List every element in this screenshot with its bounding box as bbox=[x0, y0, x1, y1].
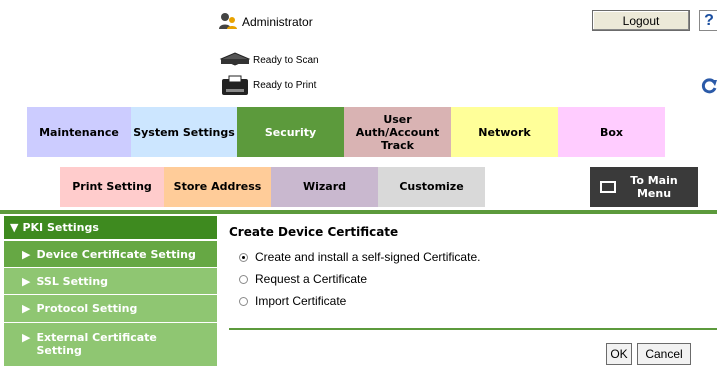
scan-status: Ready to Scan bbox=[253, 55, 319, 66]
refresh-icon[interactable] bbox=[700, 77, 717, 95]
tab-wizard[interactable]: Wizard bbox=[271, 167, 378, 207]
tab-network[interactable]: Network bbox=[451, 107, 558, 157]
cancel-button[interactable]: Cancel bbox=[637, 343, 691, 365]
sidebar-item-label: SSL Setting bbox=[36, 274, 109, 288]
sidebar-item-label: Protocol Setting bbox=[36, 302, 138, 315]
sidebar-item-protocol-setting[interactable]: ▶ Protocol Setting bbox=[4, 295, 217, 323]
tab-box[interactable]: Box bbox=[558, 107, 665, 157]
triangle-right-icon: ▶ bbox=[22, 331, 31, 344]
tab-system-settings[interactable]: System Settings bbox=[131, 107, 237, 157]
ok-button[interactable]: OK bbox=[606, 343, 632, 365]
tab-customize[interactable]: Customize bbox=[378, 167, 485, 207]
option-import-certificate[interactable]: Import Certificate bbox=[239, 294, 346, 308]
sidebar-item-ssl-setting[interactable]: ▶ SSL Setting bbox=[4, 268, 217, 295]
option-label: Create and install a self-signed Certifi… bbox=[255, 250, 481, 264]
option-request-certificate[interactable]: Request a Certificate bbox=[239, 272, 367, 286]
scanner-icon bbox=[219, 52, 251, 66]
triangle-right-icon: ▶ bbox=[22, 247, 31, 261]
administrator-icon bbox=[219, 13, 237, 29]
radio-button[interactable] bbox=[239, 296, 248, 306]
triangle-down-icon: ▼ bbox=[10, 221, 19, 234]
radio-button-selected[interactable] bbox=[239, 252, 248, 262]
page-title: Create Device Certificate bbox=[229, 225, 399, 239]
radio-button[interactable] bbox=[239, 274, 248, 284]
sidebar-header-label: PKI Settings bbox=[22, 221, 99, 234]
sidebar-header-pki-settings[interactable]: ▼ PKI Settings bbox=[4, 216, 217, 240]
printer-icon bbox=[222, 75, 248, 95]
sidebar-item-label: External Certificate Setting bbox=[36, 331, 157, 357]
option-self-signed[interactable]: Create and install a self-signed Certifi… bbox=[239, 250, 480, 264]
print-status: Ready to Print bbox=[253, 80, 317, 91]
to-main-menu-button[interactable]: To Main Menu bbox=[590, 167, 698, 207]
sidebar-item-external-certificate-setting[interactable]: ▶ External Certificate Setting bbox=[4, 323, 217, 367]
to-main-menu-label: To Main Menu bbox=[630, 174, 678, 200]
main-menu-icon bbox=[600, 181, 616, 193]
logout-button[interactable]: Logout bbox=[592, 10, 690, 31]
triangle-right-icon: ▶ bbox=[22, 274, 31, 288]
content-divider bbox=[229, 328, 717, 330]
section-divider bbox=[0, 210, 717, 214]
option-label: Request a Certificate bbox=[255, 272, 368, 286]
tab-maintenance[interactable]: Maintenance bbox=[27, 107, 131, 157]
tab-print-setting[interactable]: Print Setting bbox=[60, 167, 164, 207]
triangle-right-icon: ▶ bbox=[22, 302, 31, 315]
tab-security[interactable]: Security bbox=[237, 107, 344, 157]
sidebar-item-label: Device Certificate Setting bbox=[36, 247, 196, 261]
option-label: Import Certificate bbox=[255, 294, 347, 308]
administrator-label: Administrator bbox=[242, 15, 313, 29]
sidebar-item-device-certificate-setting[interactable]: ▶ Device Certificate Setting bbox=[4, 241, 217, 268]
tab-store-address[interactable]: Store Address bbox=[164, 167, 271, 207]
help-icon[interactable]: ? bbox=[699, 10, 717, 31]
tab-user-auth-account-track[interactable]: User Auth/Account Track bbox=[344, 107, 451, 157]
